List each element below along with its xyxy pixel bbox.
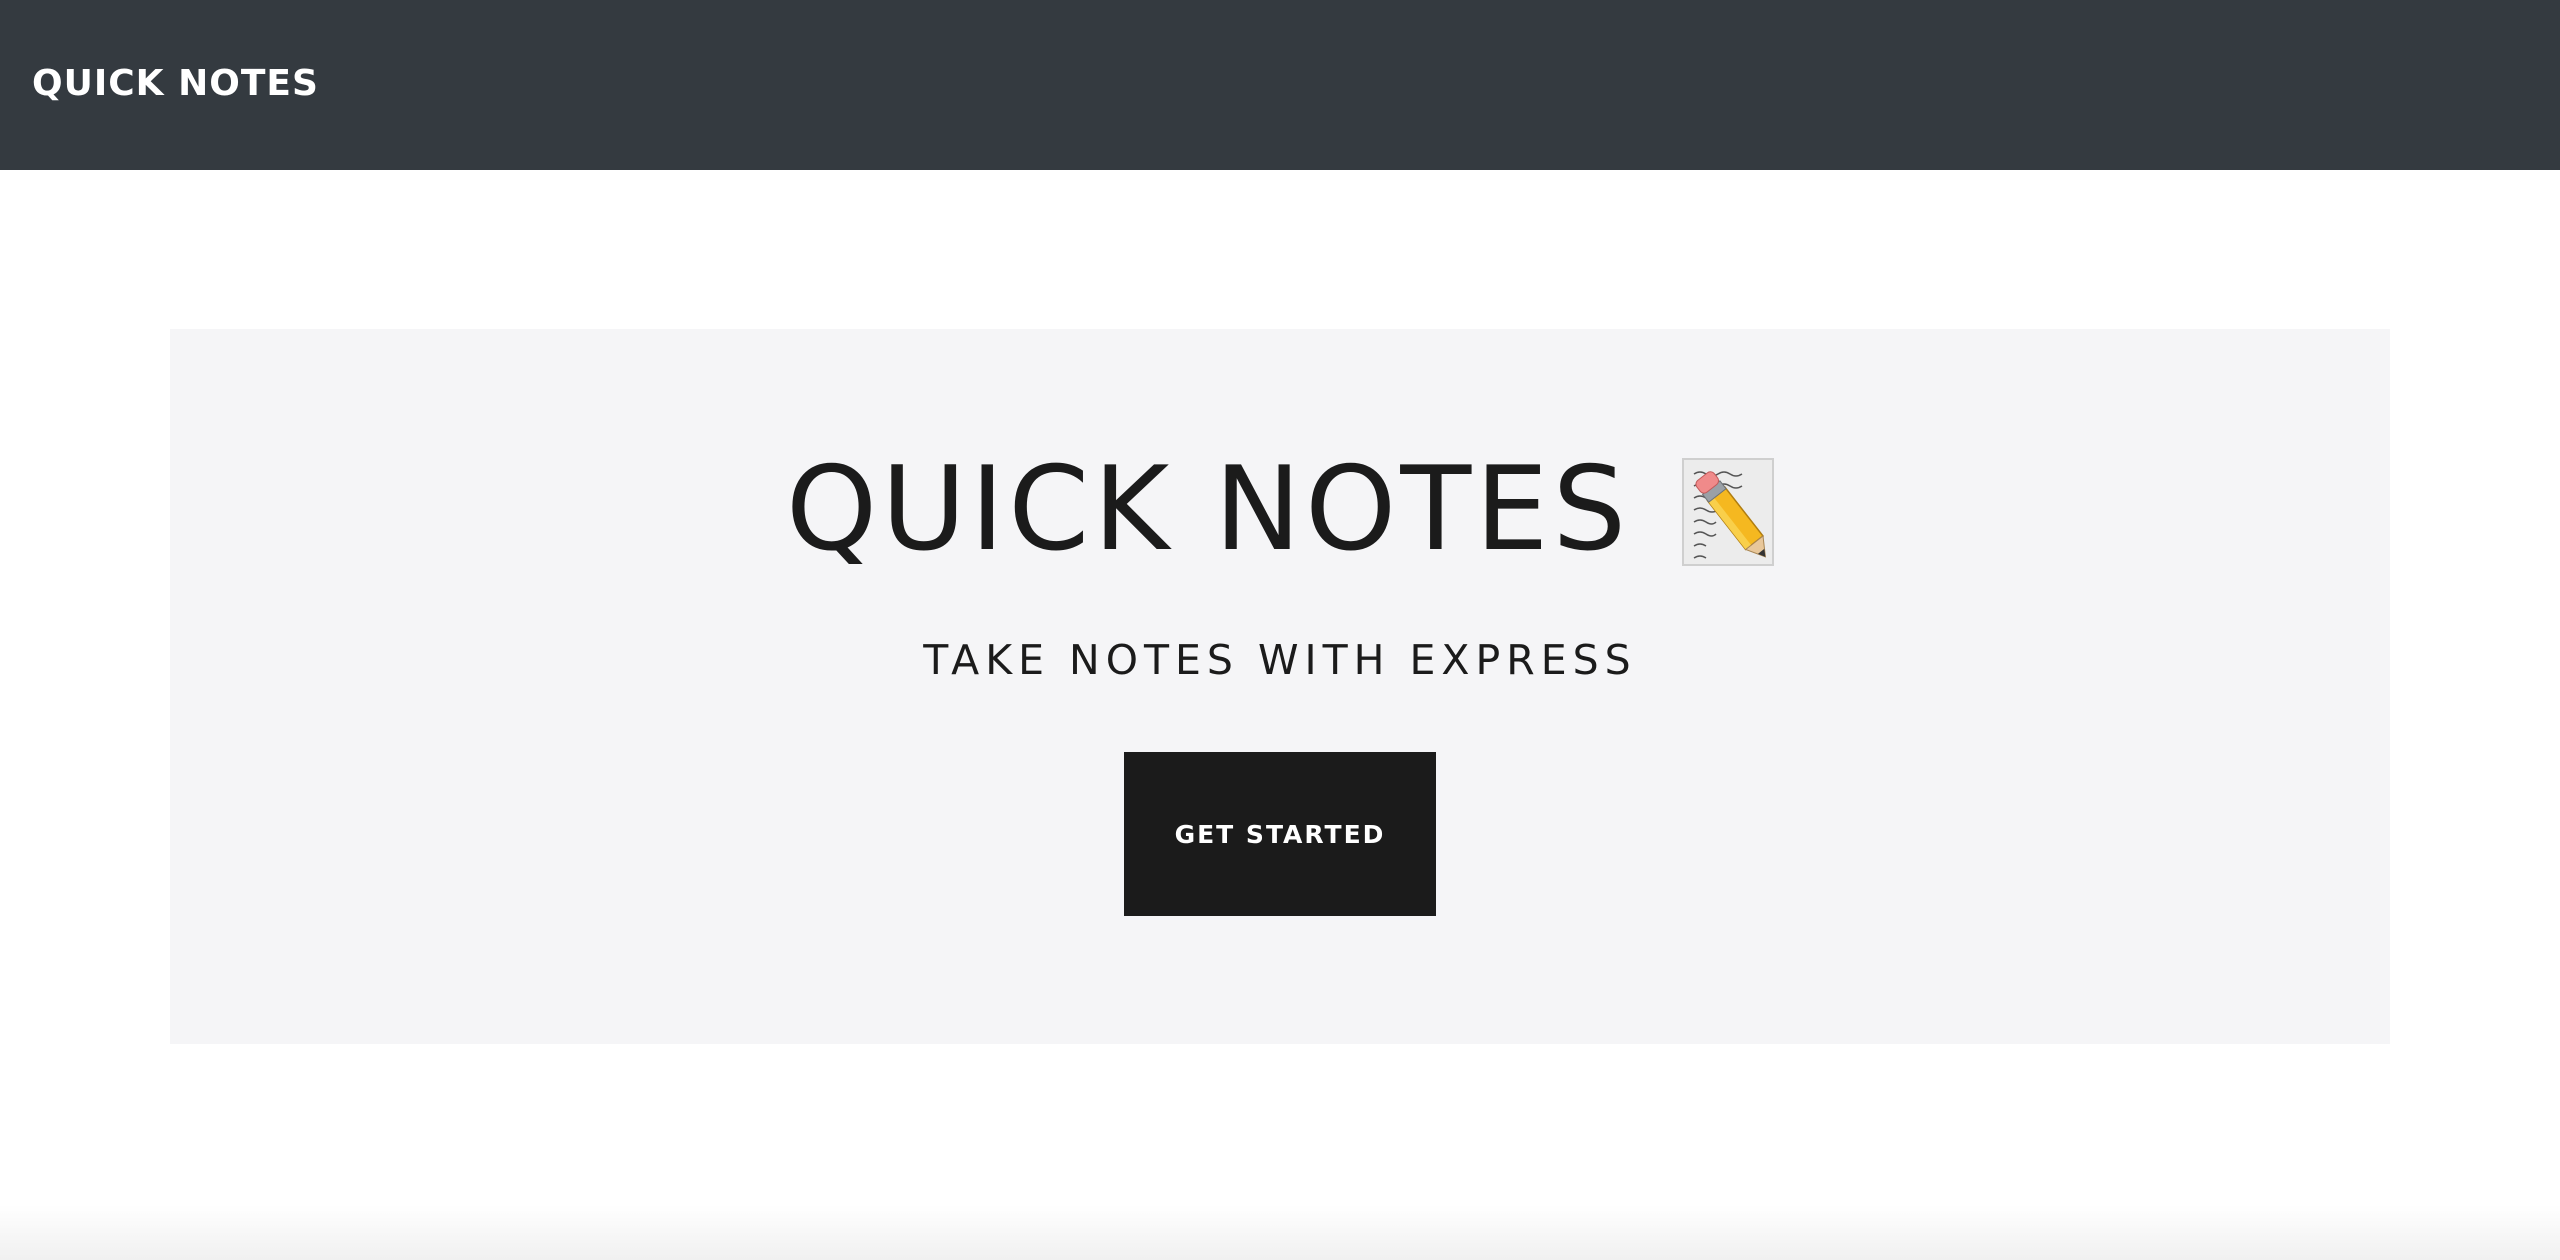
hero-title: QUICK NOTES — [785, 442, 1631, 577]
navbar: QUICK NOTES — [0, 0, 2560, 170]
bottom-shadow — [0, 1205, 2560, 1260]
memo-icon — [1682, 458, 1775, 566]
get-started-button[interactable]: GET STARTED — [1124, 752, 1436, 916]
jumbotron — [170, 329, 2390, 1044]
navbar-brand[interactable]: QUICK NOTES — [32, 63, 319, 104]
hero-subtitle: TAKE NOTES WITH EXPRESS — [923, 636, 1637, 684]
hero-title-row: QUICK NOTES — [0, 452, 2560, 568]
